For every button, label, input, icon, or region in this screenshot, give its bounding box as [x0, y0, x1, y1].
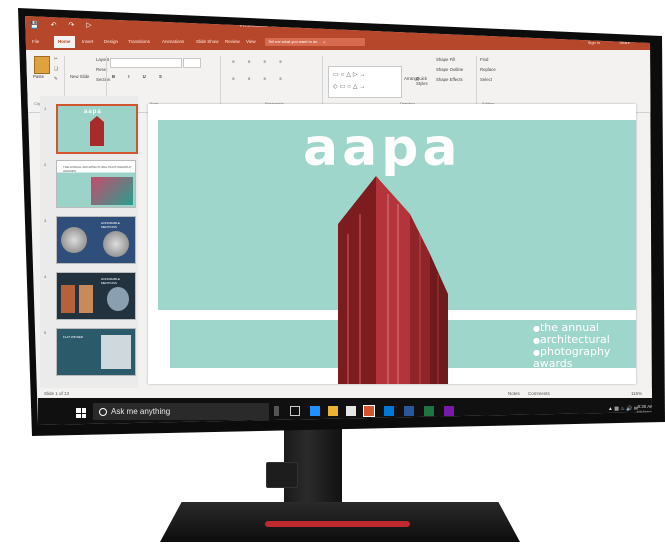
microphone-icon[interactable]	[274, 406, 279, 416]
thumbnail-title: FLAT WINNER	[63, 335, 84, 339]
thumbnail-number: 4	[44, 274, 47, 279]
tell-me-box[interactable]: Tell me what you want to do ☼	[265, 38, 365, 46]
onenote-icon[interactable]	[444, 406, 454, 416]
window-controls[interactable]: — □ ✕	[571, 22, 642, 30]
cable-clip	[266, 462, 298, 488]
format-painter-icon[interactable]: ✎	[54, 76, 58, 82]
shapes-gallery[interactable]: ▭○△▷→ ◇▭○△→	[328, 66, 402, 98]
slide-thumbnail-3[interactable]: HONORABLE MENTIONS	[56, 216, 136, 264]
tab-transitions[interactable]: Transitions	[128, 39, 150, 44]
paste-icon[interactable]	[34, 56, 50, 74]
photo-image	[101, 335, 131, 369]
photo-image	[61, 227, 87, 253]
thumbnail-title: HONORABLE MENTIONS	[101, 221, 120, 229]
cortana-search-box[interactable]: Ask me anything	[93, 403, 269, 420]
font-size-select[interactable]	[183, 58, 201, 68]
slide-canvas[interactable]: aapa the annual architectural photograph…	[148, 104, 636, 384]
photo-image	[79, 285, 93, 313]
tagline-line-3: photography awards	[533, 346, 636, 369]
tab-home[interactable]: Home	[54, 36, 75, 48]
divider	[322, 56, 323, 106]
paste-button[interactable]: Paste	[33, 74, 44, 79]
copy-icon[interactable]: ❏	[54, 66, 58, 72]
thumbnail-logo: aapa	[84, 109, 102, 115]
slide-thumbnail-5[interactable]: FLAT WINNER	[56, 328, 136, 376]
notes-button[interactable]: Notes	[508, 391, 520, 396]
thumbnail-title: THE ANNUAL ARCHITECTURAL PHOTOGRAPHY AWA…	[63, 165, 132, 173]
tab-file[interactable]: File	[32, 39, 39, 44]
thumbnail-number: 5	[44, 330, 47, 335]
windows-start-icon[interactable]	[76, 408, 86, 418]
slide-counter: Slide 1 of 13	[44, 391, 70, 396]
shape-effects-button[interactable]: Shape Effects	[436, 77, 463, 82]
shapes-row-icon: ◇▭○△→	[333, 84, 368, 90]
divider	[220, 56, 221, 106]
slide-thumbnail-1[interactable]: aapa	[56, 104, 138, 154]
lightbulb-icon: ☼	[322, 39, 327, 44]
zoom-level[interactable]: 116%	[631, 391, 642, 396]
font-name-select[interactable]	[110, 58, 182, 68]
stand-accent-stripe	[265, 521, 410, 527]
paragraph-buttons[interactable]: ≡ ≡ ≡ ≡	[232, 59, 288, 64]
tagline: the annual architectural photography awa…	[533, 322, 636, 369]
building-image	[90, 116, 104, 146]
find-button[interactable]: Find	[480, 57, 488, 62]
thumbnail-title: HONORABLE MENTIONS	[101, 277, 120, 285]
file-explorer-icon[interactable]	[328, 406, 338, 416]
shape-fill-button[interactable]: Shape Fill	[436, 57, 455, 62]
building-image	[91, 177, 133, 205]
thumbnail-number: 2	[44, 162, 47, 167]
task-view-icon[interactable]	[290, 406, 300, 416]
photo-image	[107, 287, 129, 311]
thumbnail-number: 1	[44, 106, 47, 111]
edge-icon[interactable]	[310, 406, 320, 416]
new-slide-button[interactable]: New Slide	[70, 74, 90, 79]
slide-thumbnail-4[interactable]: HONORABLE MENTIONS	[56, 272, 136, 320]
cortana-icon	[99, 408, 107, 416]
tab-view[interactable]: View	[246, 39, 256, 44]
slide-thumbnail-2[interactable]: THE ANNUAL ARCHITECTURAL PHOTOGRAPHY AWA…	[56, 160, 136, 208]
thumbnail-number: 3	[44, 218, 47, 223]
powerpoint-icon[interactable]	[363, 405, 375, 417]
quick-styles-button[interactable]: Quick Styles	[416, 76, 430, 86]
photo-image	[61, 285, 75, 313]
shapes-row-icon: ▭○△▷→	[333, 72, 368, 78]
select-button[interactable]: Select	[480, 77, 492, 82]
alignment-buttons[interactable]: ≡ ≡ ≡ ≡	[232, 76, 288, 81]
tab-animations[interactable]: Animations	[162, 39, 184, 44]
shape-outline-button[interactable]: Shape Outline	[436, 67, 463, 72]
tab-design[interactable]: Design	[104, 39, 118, 44]
font-format-buttons[interactable]: B I U S	[112, 74, 168, 79]
slide-thumbnail-pane: 1 aapa 2 THE ANNUAL ARCHITECTURAL PHOTOG…	[40, 96, 138, 391]
system-tray-icons[interactable]: ▲ ▩ ♨ 🔊 ✉	[608, 406, 638, 412]
divider	[476, 56, 477, 106]
cut-icon[interactable]: ✂	[54, 56, 58, 62]
comments-button[interactable]: Comments	[528, 391, 550, 396]
tab-review[interactable]: Review	[225, 39, 240, 44]
status-bar: Slide 1 of 13 Notes Comments 116%	[38, 388, 652, 398]
tell-me-text: Tell me what you want to do	[268, 39, 318, 44]
quick-access-toolbar[interactable]: 💾 ↶ ↷ ▷	[30, 21, 97, 29]
excel-icon[interactable]	[424, 406, 434, 416]
tab-slide-show[interactable]: Slide Show	[196, 39, 219, 44]
outlook-icon[interactable]	[384, 406, 394, 416]
section-button[interactable]: Section	[96, 77, 110, 82]
word-icon[interactable]	[404, 406, 414, 416]
photo-image	[103, 231, 129, 257]
store-icon[interactable]	[346, 406, 356, 416]
search-placeholder: Ask me anything	[111, 407, 171, 416]
replace-button[interactable]: Replace	[480, 67, 496, 72]
tab-insert[interactable]: Insert	[82, 39, 93, 44]
